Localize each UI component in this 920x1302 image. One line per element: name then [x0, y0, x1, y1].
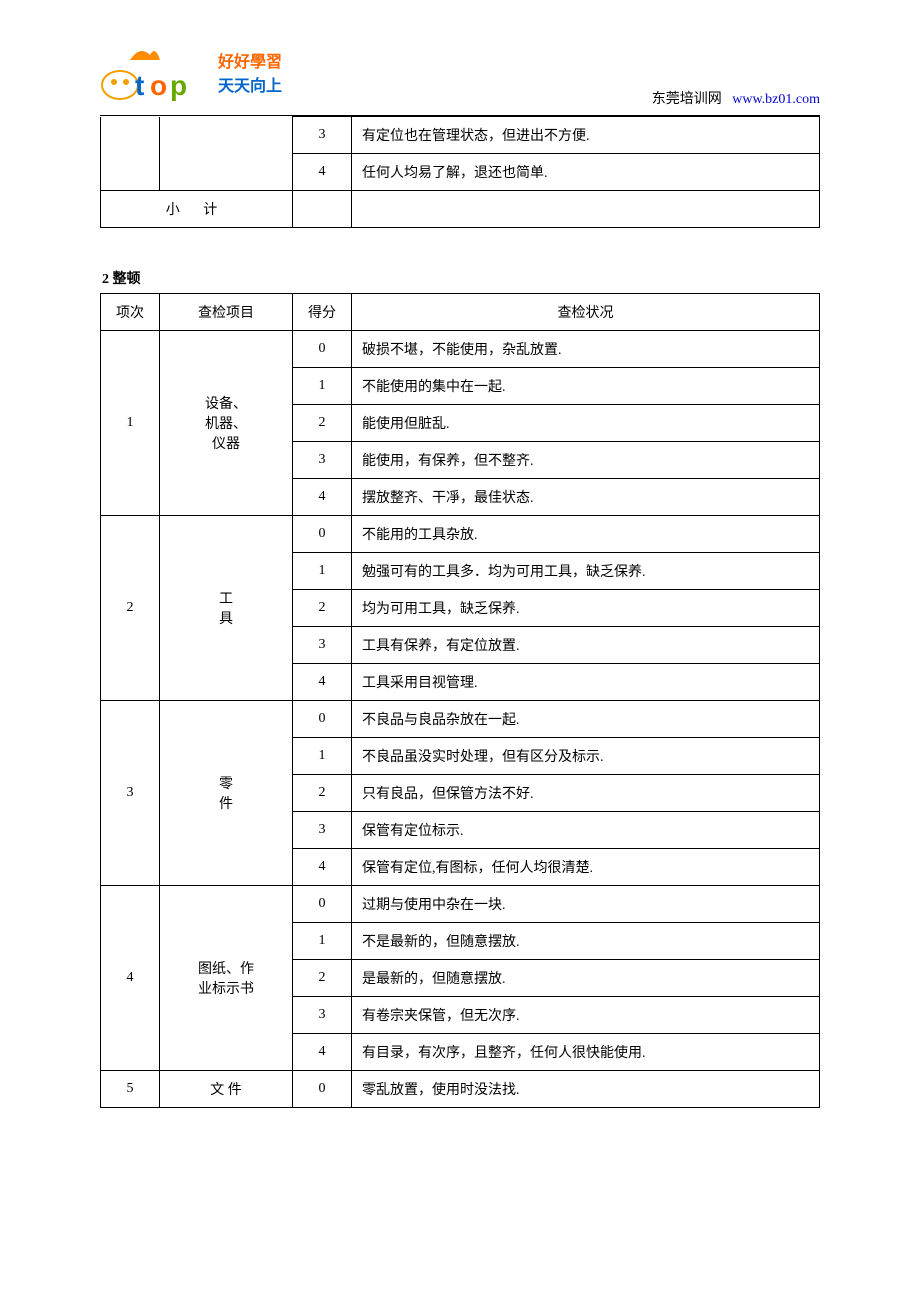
cell-score: 1: [293, 923, 352, 960]
cell-score: 3: [293, 442, 352, 479]
logo-icon: t o p: [100, 40, 210, 110]
cell-item: 设备、 机器、 仪器: [160, 331, 293, 516]
slogan-line-1: 好好學習: [218, 51, 282, 75]
cell-item: 图纸、作 业标示书: [160, 886, 293, 1071]
cell-score: 3: [293, 997, 352, 1034]
cell-score: 1: [293, 368, 352, 405]
section-title-2: 2 整顿: [100, 268, 820, 288]
header-desc: 查检状况: [352, 294, 820, 331]
table-row: 2工 具0不能用的工具杂放.: [101, 516, 820, 553]
cell-num: 3: [101, 701, 160, 886]
cell-score: 2: [293, 405, 352, 442]
cell-desc: 不是最新的，但随意摆放.: [352, 923, 820, 960]
cell-score: 4: [293, 479, 352, 516]
table-row: 1设备、 机器、 仪器0破损不堪，不能使用，杂乱放置.: [101, 331, 820, 368]
cell-score: 3: [293, 627, 352, 664]
cell-item: 工 具: [160, 516, 293, 701]
cell-item: 文 件: [160, 1071, 293, 1108]
cell-desc: 能使用，有保养，但不整齐.: [352, 442, 820, 479]
table-row-subtotal: 小 计: [101, 191, 820, 228]
cell-num-empty: [101, 117, 160, 191]
cell-num: 2: [101, 516, 160, 701]
svg-text:t: t: [135, 70, 144, 101]
cell-desc: 勉强可有的工具多．均为可用工具，缺乏保养.: [352, 553, 820, 590]
header-item: 查检项目: [160, 294, 293, 331]
table-row: 4图纸、作 业标示书0过期与使用中杂在一块.: [101, 886, 820, 923]
page-header: t o p 好好學習 天天向上 东莞培训网 www.bz01.com: [100, 40, 820, 110]
cell-subtotal-score: [293, 191, 352, 228]
cell-score: 0: [293, 1071, 352, 1108]
cell-desc: 不能使用的集中在一起.: [352, 368, 820, 405]
table-2: 项次 查检项目 得分 查检状况 1设备、 机器、 仪器0破损不堪，不能使用，杂乱…: [100, 293, 820, 1108]
cell-desc: 零乱放置，使用时没法找.: [352, 1071, 820, 1108]
cell-score: 0: [293, 331, 352, 368]
cell-score: 0: [293, 701, 352, 738]
cell-desc: 保管有定位标示.: [352, 812, 820, 849]
cell-desc: 均为可用工具，缺乏保养.: [352, 590, 820, 627]
svg-text:p: p: [170, 70, 187, 101]
table-row: 3零 件0不良品与良品杂放在一起.: [101, 701, 820, 738]
cell-score: 4: [293, 154, 352, 191]
cell-score: 1: [293, 553, 352, 590]
cell-item: 零 件: [160, 701, 293, 886]
cell-score: 2: [293, 590, 352, 627]
site-url[interactable]: www.bz01.com: [732, 92, 820, 107]
cell-score: 3: [293, 117, 352, 154]
header-num: 项次: [101, 294, 160, 331]
cell-score: 0: [293, 516, 352, 553]
cell-desc: 保管有定位,有图标，任何人均很清楚.: [352, 849, 820, 886]
logo-area: t o p 好好學習 天天向上: [100, 40, 282, 110]
cell-score: 2: [293, 960, 352, 997]
cell-desc: 不良品与良品杂放在一起.: [352, 701, 820, 738]
cell-score: 0: [293, 886, 352, 923]
cell-desc: 只有良品，但保管方法不好.: [352, 775, 820, 812]
cell-desc: 有目录，有次序，且整齐，任何人很快能使用.: [352, 1034, 820, 1071]
cell-score: 1: [293, 738, 352, 775]
cell-desc: 工具有保养，有定位放置.: [352, 627, 820, 664]
cell-desc: 不良品虽没实时处理，但有区分及标示.: [352, 738, 820, 775]
cell-score: 2: [293, 775, 352, 812]
table-header-row: 项次 查检项目 得分 查检状况: [101, 294, 820, 331]
cell-subtotal-desc: [352, 191, 820, 228]
table-row: 5文 件0零乱放置，使用时没法找.: [101, 1071, 820, 1108]
header-score: 得分: [293, 294, 352, 331]
cell-desc: 是最新的，但随意摆放.: [352, 960, 820, 997]
cell-desc: 过期与使用中杂在一块.: [352, 886, 820, 923]
cell-score: 4: [293, 664, 352, 701]
cell-num: 4: [101, 886, 160, 1071]
table-row: 3 有定位也在管理状态，但进出不方便.: [101, 117, 820, 154]
cell-desc: 有定位也在管理状态，但进出不方便.: [352, 117, 820, 154]
cell-subtotal-label: 小 计: [101, 191, 293, 228]
cell-desc: 工具采用目视管理.: [352, 664, 820, 701]
cell-score: 3: [293, 812, 352, 849]
cell-desc: 能使用但脏乱.: [352, 405, 820, 442]
site-name: 东莞培训网: [652, 92, 722, 107]
table-1-continuation: 3 有定位也在管理状态，但进出不方便. 4 任何人均易了解，退还也简单. 小 计: [100, 116, 820, 228]
cell-num: 5: [101, 1071, 160, 1108]
slogan: 好好學習 天天向上: [218, 51, 282, 99]
cell-desc: 任何人均易了解，退还也简单.: [352, 154, 820, 191]
cell-num: 1: [101, 331, 160, 516]
header-site-info: 东莞培训网 www.bz01.com: [652, 88, 820, 110]
cell-score: 4: [293, 849, 352, 886]
cell-desc: 破损不堪，不能使用，杂乱放置.: [352, 331, 820, 368]
slogan-line-2: 天天向上: [218, 75, 282, 99]
cell-desc: 有卷宗夹保管，但无次序.: [352, 997, 820, 1034]
cell-item-empty: [160, 117, 293, 191]
cell-score: 4: [293, 1034, 352, 1071]
cell-desc: 不能用的工具杂放.: [352, 516, 820, 553]
cell-desc: 摆放整齐、干凈，最佳状态.: [352, 479, 820, 516]
svg-text:o: o: [150, 70, 167, 101]
